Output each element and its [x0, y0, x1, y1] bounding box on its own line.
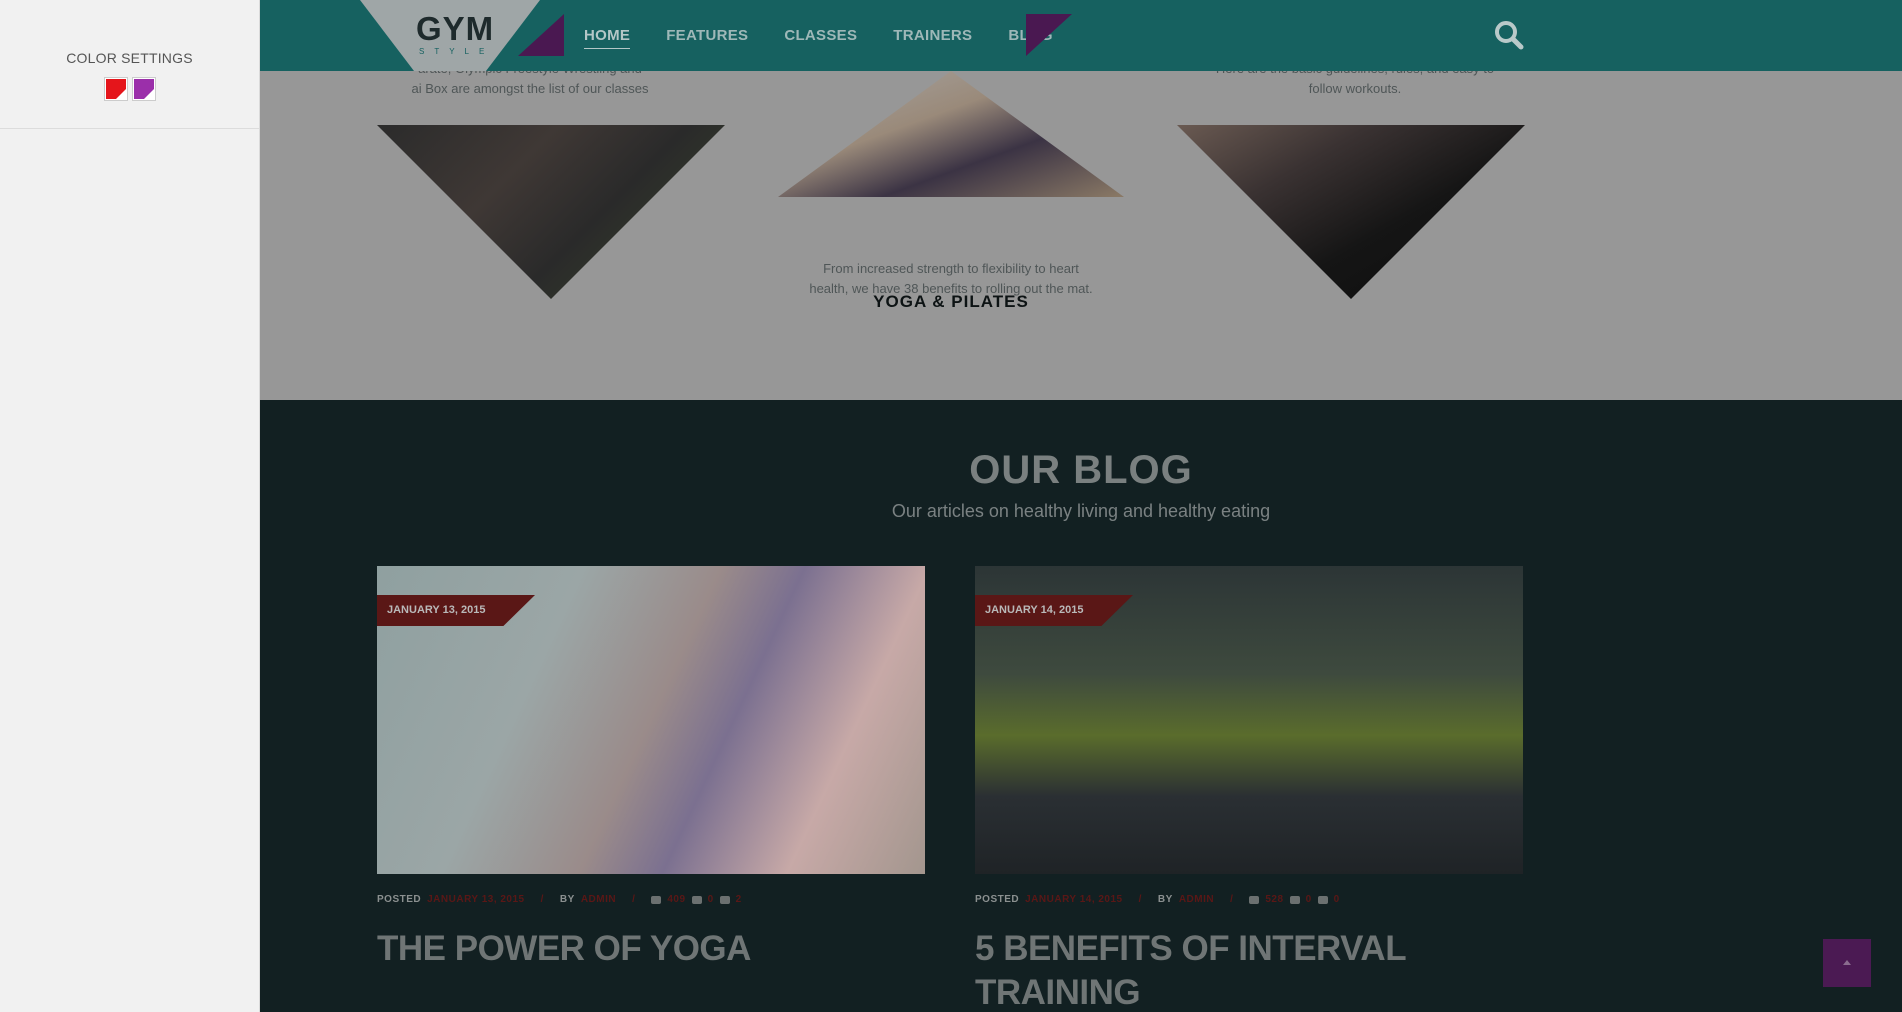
color-settings-header: COLOR SETTINGS	[0, 0, 259, 129]
meta-separator: /	[1138, 894, 1142, 905]
meta-separator: /	[540, 894, 544, 905]
blog-post-image[interactable]: JANUARY 13, 2015	[377, 566, 925, 874]
swatch-purple[interactable]	[131, 77, 156, 101]
blog-post-card: JANUARY 14, 2015 POSTED JANUARY 14, 2015…	[975, 566, 1523, 1012]
logo-text: GYM	[416, 10, 495, 47]
heart-icon[interactable]	[1317, 895, 1328, 904]
swatch-red[interactable]	[103, 77, 128, 101]
date-ribbon: JANUARY 13, 2015	[377, 595, 535, 626]
meta-separator: /	[1230, 894, 1234, 905]
like-count: 2	[735, 894, 742, 905]
swatch-corner-icon	[115, 89, 126, 99]
blog-section-header: OUR BLOG Our articles on healthy living …	[260, 448, 1902, 522]
logo[interactable]: GYM STYLE	[300, 0, 540, 71]
posted-date[interactable]: JANUARY 14, 2015	[1025, 894, 1123, 905]
eye-icon	[1249, 895, 1260, 904]
swatch-corner-icon	[143, 89, 154, 99]
author-link[interactable]: ADMIN	[581, 894, 616, 905]
post-meta: POSTED JANUARY 13, 2015 / BY ADMIN / 409…	[377, 894, 925, 905]
comment-icon	[1289, 895, 1300, 904]
posted-label: POSTED	[975, 894, 1020, 905]
class-image-boxing[interactable]	[377, 125, 725, 299]
class-image-strength[interactable]	[1177, 125, 1525, 299]
like-count: 0	[1333, 894, 1340, 905]
color-settings-title: COLOR SETTINGS	[66, 50, 193, 66]
post-title[interactable]: 5 BENEFITS OF INTERVAL TRAINING	[975, 927, 1523, 1012]
view-count: 528	[1265, 894, 1284, 905]
comment-count[interactable]: 0	[708, 894, 714, 905]
nav-trainers[interactable]: TRAINERS	[893, 23, 972, 48]
post-title[interactable]: THE POWER OF YOGA	[377, 927, 925, 971]
post-meta: POSTED JANUARY 14, 2015 / BY ADMIN / 528…	[975, 894, 1523, 905]
by-label: BY	[559, 894, 575, 905]
meta-separator: /	[632, 894, 636, 905]
main-nav: HOME FEATURES CLASSES TRAINERS BLOG	[584, 0, 1053, 71]
header-accent-triangle	[518, 14, 564, 56]
color-settings-panel: COLOR SETTINGS	[0, 0, 260, 1012]
nav-home[interactable]: HOME	[584, 23, 631, 49]
class-text-center-line2: health, we have 38 benefits to rolling o…	[809, 281, 1093, 296]
posted-label: POSTED	[377, 894, 422, 905]
comment-count[interactable]: 0	[1306, 894, 1312, 905]
main-page: arate, Olympic Freestyle Wrestling and a…	[260, 0, 1902, 1012]
blog-subtitle: Our articles on healthy living and healt…	[891, 501, 1271, 521]
blog-post-image[interactable]: JANUARY 14, 2015	[975, 566, 1523, 874]
color-swatches	[0, 77, 259, 101]
by-label: BY	[1157, 894, 1173, 905]
logo-subtitle: STYLE	[419, 47, 495, 56]
class-text-center-line1: From increased strength to flexibility t…	[823, 261, 1079, 276]
author-link[interactable]: ADMIN	[1179, 894, 1214, 905]
blog-title: OUR BLOG	[969, 448, 1193, 492]
scroll-to-top-button[interactable]	[1823, 939, 1871, 987]
class-text-left-line2: ai Box are amongst the list of our class…	[411, 81, 649, 96]
nav-features[interactable]: FEATURES	[666, 23, 748, 48]
class-image-yoga[interactable]	[778, 71, 1124, 197]
comment-icon	[691, 895, 702, 904]
date-ribbon: JANUARY 14, 2015	[975, 595, 1133, 626]
class-text-center: From increased strength to flexibility t…	[778, 259, 1124, 299]
eye-icon	[651, 895, 662, 904]
posted-date[interactable]: JANUARY 13, 2015	[427, 894, 525, 905]
site-header: GYM STYLE HOME FEATURES CLASSES TRAINERS…	[260, 0, 1902, 71]
view-count: 409	[667, 894, 686, 905]
search-icon[interactable]	[1492, 18, 1526, 52]
blog-post-card: JANUARY 13, 2015 POSTED JANUARY 13, 2015…	[377, 566, 925, 971]
nav-classes[interactable]: CLASSES	[784, 23, 857, 48]
nav-accent-triangle	[1026, 14, 1072, 56]
classes-section: arate, Olympic Freestyle Wrestling and a…	[260, 61, 1902, 400]
heart-icon[interactable]	[719, 895, 730, 904]
class-text-right-line2: follow workouts.	[1308, 81, 1402, 96]
